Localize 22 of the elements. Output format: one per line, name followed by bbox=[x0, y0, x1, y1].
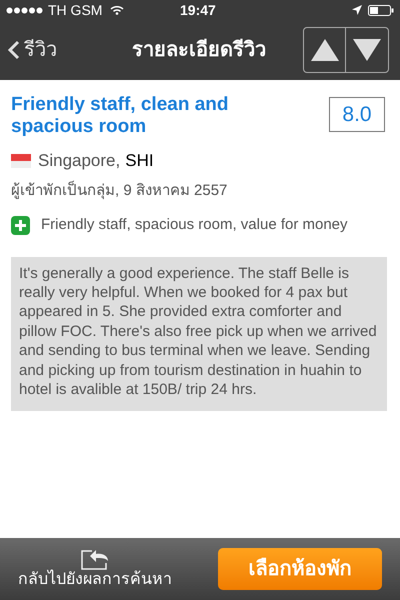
back-button[interactable]: รีวิว bbox=[8, 35, 57, 65]
triangle-down-icon bbox=[353, 39, 381, 61]
review-body: It's generally a good experience. The staff Belle is really very helpful. When we booked for 4 pax but appeared in 5. She provided extra comforter and pillow FOC. There's also free pick up when we arrived and sending to bus terminal when we leave. Sending and picking up from tourism destination in huahin to hotel is avalible at 150B/ trip 24 hrs. bbox=[11, 256, 387, 412]
triangle-up-icon bbox=[310, 39, 338, 61]
reviewer-name: SHI bbox=[125, 150, 154, 172]
plus-icon bbox=[11, 216, 30, 235]
location-arrow-icon bbox=[352, 5, 362, 15]
clock-time: 19:47 bbox=[180, 0, 216, 20]
carrier-name: TH GSM bbox=[48, 0, 102, 20]
wifi-icon bbox=[110, 5, 124, 15]
flag-icon bbox=[11, 154, 31, 168]
signal-icon bbox=[6, 6, 44, 14]
reviewer-country: Singapore, bbox=[38, 150, 120, 172]
review-title: Friendly staff, clean and spacious room bbox=[11, 94, 230, 138]
return-arrow-icon bbox=[80, 549, 110, 571]
stay-info: ผู้เข้าพักเป็นกลุ่ม, 9 สิงหาคม 2557 bbox=[11, 180, 228, 202]
screen-title: รายละเอียดรีวิว bbox=[132, 38, 266, 63]
review-score: 8.0 bbox=[329, 97, 385, 132]
battery-icon bbox=[368, 4, 394, 16]
back-to-results-button[interactable]: กลับไปยังผลการค้นหา bbox=[18, 549, 172, 589]
pros-text: Friendly staff, spacious room, value for money bbox=[41, 215, 348, 235]
chevron-left-icon bbox=[8, 40, 20, 60]
